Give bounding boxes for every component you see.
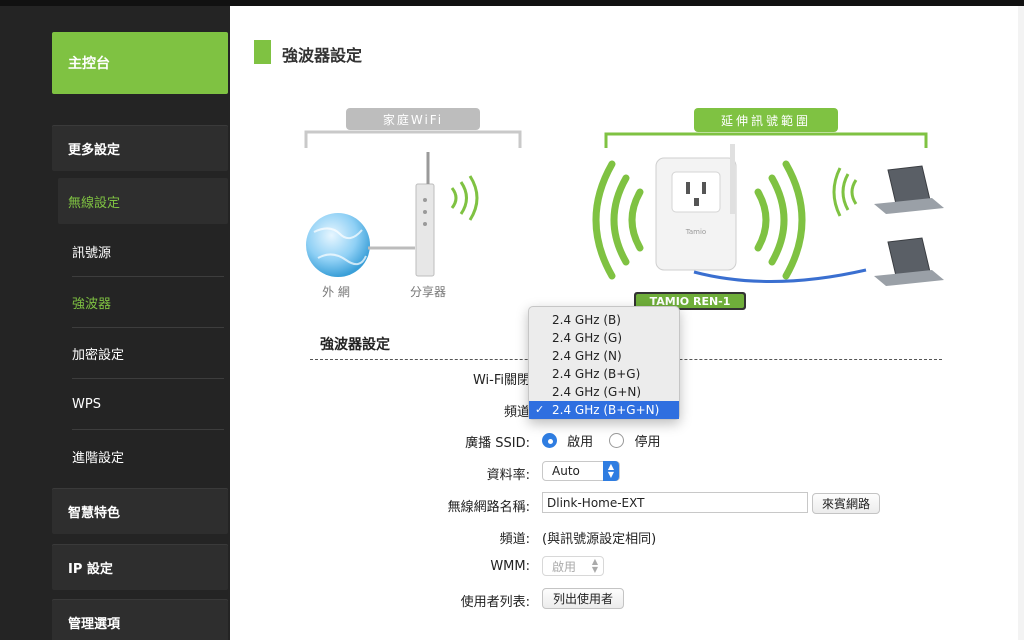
device-brand: Tamio [685,228,706,236]
guest-network-button[interactable]: 來賓網路 [812,493,880,514]
sidebar-item-extender[interactable]: 強波器 [72,278,224,328]
extend-range-bracket: 延伸訊號範圍 [604,108,928,148]
title-accent-bar [254,40,271,64]
globe-icon [306,213,370,277]
rate-select[interactable]: Auto ▲ ▼ [542,461,620,481]
dropdown-option[interactable]: 2.4 GHz (B) [529,311,679,329]
extender-device-icon: Tamio [655,144,737,271]
laptop-icon [874,237,944,286]
home-wifi-label: 家庭WiFi [383,112,443,127]
router-wifi-waves-icon [450,175,479,221]
ssid-enable-label: 啟用 [567,435,594,450]
sidebar-item-wireless-settings[interactable]: 無線設定 [58,178,228,224]
channel-label: 頻道: [499,532,530,547]
ssid-disable-radio[interactable] [609,433,625,448]
sidebar-item-wps[interactable]: WPS [72,380,224,430]
extend-range-label: 延伸訊號範圍 [721,113,811,128]
wmm-select-value: 啟用 [552,559,577,574]
dropdown-option[interactable]: 2.4 GHz (N) [529,347,679,365]
ssid-disable-label: 停用 [634,435,661,450]
dropdown-option[interactable]: 2.4 GHz (G+N) [529,383,679,401]
band-label: 頻道 [503,405,530,420]
internet-label: 外 網 [322,285,350,299]
laptop-wifi-waves-icon [832,167,858,217]
sidebar-item-encryption[interactable]: 加密設定 [72,329,224,379]
select-arrows-icon: ▲ ▼ [603,461,619,481]
user-list-label: 使用者列表: [460,595,530,610]
window-edge [1018,6,1024,640]
router-label: 分享器 [410,284,446,299]
rate-select-value: Auto [552,464,580,478]
dropdown-option[interactable]: 2.4 GHz (G) [529,329,679,347]
ssid-broadcast-label: 廣播 SSID: [465,436,530,451]
extender-diagram: 家庭WiFi 外 網 分享器 延伸訊號範圍 Tamio TAMIO REN-1 [304,108,944,310]
wmm-label: WMM: [490,559,530,574]
sidebar-item-dashboard[interactable]: 主控台 [52,32,228,94]
list-users-button[interactable]: 列出使用者 [542,588,624,609]
dropdown-option[interactable]: 2.4 GHz (B+G) [529,365,679,383]
sidebar-item-smart-features[interactable]: 智慧特色 [52,488,228,534]
section-title: 強波器設定 [320,337,390,353]
sidebar-item-signal-source[interactable]: 訊號源 [72,227,224,277]
dropdown-option-selected[interactable]: ✓ 2.4 GHz (B+G+N) [529,401,679,419]
laptop-icon [874,165,944,214]
ssid-enable-radio[interactable] [542,433,557,448]
network-name-label: 無線網路名稱: [447,500,530,515]
wifi-toggle-label: Wi-Fi關閉 [472,373,530,388]
band-dropdown-menu[interactable]: 2.4 GHz (B) 2.4 GHz (G) 2.4 GHz (N) 2.4 … [528,306,680,420]
home-wifi-bracket: 家庭WiFi [304,108,522,148]
sidebar-item-ip-settings[interactable]: IP 設定 [52,544,228,590]
channel-value: (與訊號源設定相同) [542,532,657,547]
sidebar-item-advanced[interactable]: 進階設定 [72,431,224,481]
select-arrows-icon: ▲ ▼ [591,557,599,574]
router-icon [415,152,435,277]
page-title: 強波器設定 [282,46,363,65]
rate-label: 資料率: [486,468,530,483]
checkmark-icon: ✓ [535,403,545,416]
sidebar-item-management[interactable]: 管理選項 [52,599,228,640]
sidebar-item-more-settings[interactable]: 更多設定 [52,125,228,171]
sidebar: 主控台 更多設定 無線設定 訊號源 強波器 加密設定 WPS 進階設定 智慧特色… [0,6,230,640]
ssid-broadcast-radio-group: 啟用 停用 [542,431,660,450]
wmm-select: 啟用 ▲ ▼ [542,556,604,576]
network-name-input[interactable]: Dlink-Home-EXT [542,492,808,513]
